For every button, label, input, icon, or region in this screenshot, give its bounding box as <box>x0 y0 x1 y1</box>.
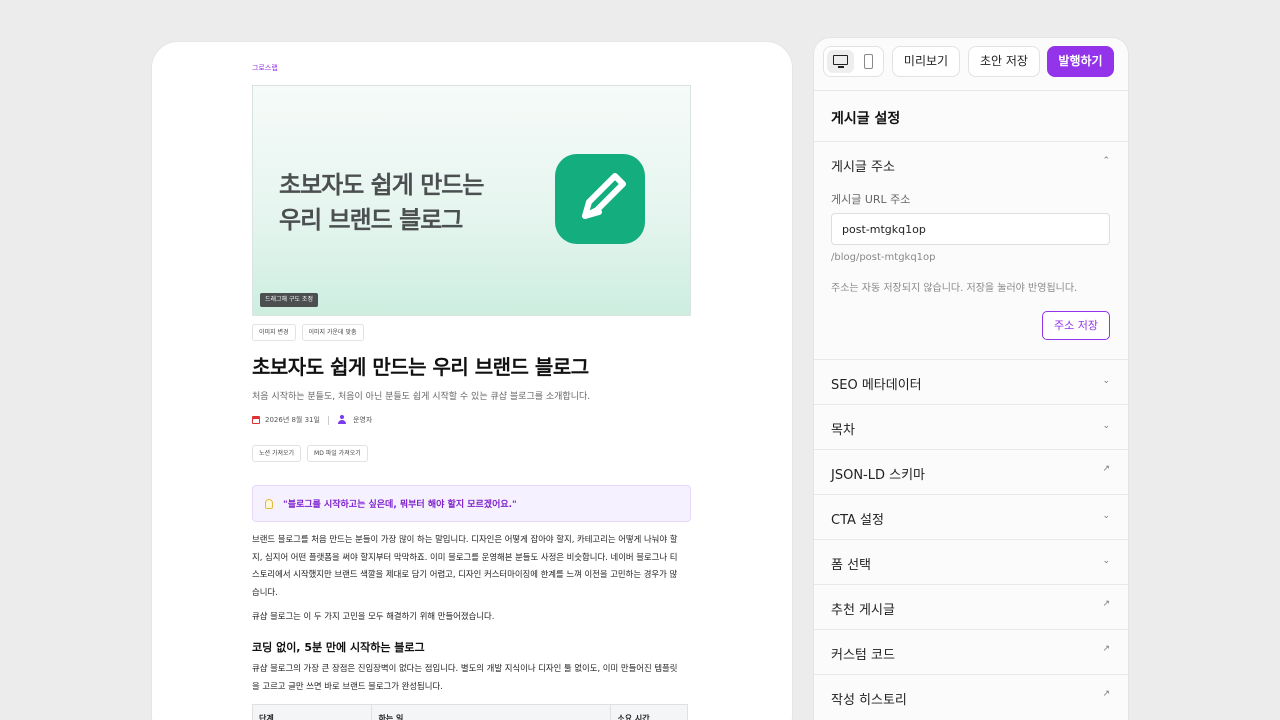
desktop-stand <box>838 66 844 68</box>
calendar-icon <box>252 416 260 424</box>
section-cta[interactable]: CTA 설정 <box>831 509 884 528</box>
divider <box>814 404 1128 405</box>
section-toc[interactable]: 목차 <box>831 419 855 438</box>
center-image-button[interactable]: 이미지 가운데 맞춤 <box>301 324 364 341</box>
cover-title-text: 초보자도 쉽게 만드는 우리 브랜드 블로그 <box>279 168 484 238</box>
lightbulb-icon <box>265 498 273 509</box>
divider <box>814 584 1128 585</box>
callout-block[interactable]: "블로그를 시작하고는 싶은데, 뭐부터 해야 할지 모르겠어요." <box>252 485 691 522</box>
import-actions: 노션 가져오기 MD 파일 가져오기 <box>252 445 368 462</box>
user-icon <box>337 415 347 425</box>
table-header-task: 하는 일 <box>372 705 612 720</box>
divider <box>814 539 1128 540</box>
url-path-preview: /blog/post-mtgkq1op <box>831 252 936 263</box>
section-form-select[interactable]: 폼 선택 <box>831 554 871 573</box>
post-author[interactable]: 운영자 <box>353 415 372 425</box>
post-meta: 2026년 8월 31일 운영자 <box>252 415 372 425</box>
editor-toolbar: 미리보기 초안 저장 발행하기 <box>814 38 1128 91</box>
arrow-up-right-icon[interactable]: ↗ <box>1102 644 1110 654</box>
callout-text: "블로그를 시작하고는 싶은데, 뭐부터 해야 할지 모르겠어요." <box>283 500 517 510</box>
section-json-ld[interactable]: JSON-LD 스키마 <box>831 464 925 483</box>
post-url-input[interactable] <box>831 213 1110 245</box>
settings-panel: 미리보기 초안 저장 발행하기 게시글 설정 게시글 주소 ⌃ 게시글 URL … <box>814 38 1128 720</box>
save-address-button[interactable]: 주소 저장 <box>1042 311 1110 340</box>
section-custom-code[interactable]: 커스텀 코드 <box>831 644 895 663</box>
import-md-button[interactable]: MD 파일 가져오기 <box>307 445 368 462</box>
publish-button[interactable]: 발행하기 <box>1047 46 1114 77</box>
post-title[interactable]: 초보자도 쉽게 만드는 우리 브랜드 블로그 <box>252 351 589 380</box>
cover-title-line-2: 우리 브랜드 블로그 <box>279 206 463 234</box>
table-header-row[interactable]: 단계 하는 일 소요 시간 <box>252 704 688 720</box>
body-paragraph-1[interactable]: 브랜드 블로그를 처음 만드는 분들이 가장 많이 하는 말입니다. 디자인은 … <box>252 531 682 601</box>
url-field-label: 게시글 URL 주소 <box>831 193 911 206</box>
body-paragraph-2[interactable]: 큐샵 블로그는 이 두 가지 고민을 모두 해결하기 위해 만들어졌습니다. <box>252 608 682 626</box>
divider <box>814 449 1128 450</box>
chevron-down-icon[interactable]: ⌄ <box>1102 376 1110 386</box>
mobile-view-button[interactable] <box>855 50 882 73</box>
change-image-button[interactable]: 이미지 변경 <box>252 324 296 341</box>
device-toggle <box>823 46 884 77</box>
section-seo-metadata[interactable]: SEO 메타데이터 <box>831 374 922 393</box>
post-category[interactable]: 그로스랩 <box>252 63 278 73</box>
body-paragraph-3[interactable]: 큐샵 블로그의 가장 큰 장점은 진입장벽이 없다는 점입니다. 별도의 개발 … <box>252 660 682 695</box>
image-actions: 이미지 변경 이미지 가운데 맞춤 <box>252 324 364 341</box>
chevron-down-icon[interactable]: ⌄ <box>1102 511 1110 521</box>
post-summary[interactable]: 처음 시작하는 분들도, 처음이 아닌 분들도 쉽게 시작할 수 있는 큐샵 블… <box>252 389 590 402</box>
cover-title-line-1: 초보자도 쉽게 만드는 <box>279 171 484 199</box>
meta-divider <box>327 415 329 425</box>
url-save-note: 주소는 자동 저장되지 않습니다. 저장을 눌러야 반영됩니다. <box>831 283 1078 294</box>
section-recommended-posts[interactable]: 추천 게시글 <box>831 599 895 618</box>
section-post-address[interactable]: 게시글 주소 <box>831 156 895 175</box>
chevron-up-icon[interactable]: ⌃ <box>1102 156 1110 166</box>
divider <box>814 494 1128 495</box>
table-header-duration: 소요 시간 <box>617 714 650 720</box>
mobile-icon <box>864 54 873 69</box>
section-edit-history[interactable]: 작성 히스토리 <box>831 689 907 708</box>
arrow-up-right-icon[interactable]: ↗ <box>1102 689 1110 699</box>
preview-button[interactable]: 미리보기 <box>892 46 960 77</box>
cover-drag-hint[interactable]: 드래그해 구도 조정 <box>260 293 318 307</box>
cover-image[interactable]: 초보자도 쉽게 만드는 우리 브랜드 블로그 드래그해 구도 조정 <box>252 85 691 316</box>
desktop-view-button[interactable] <box>827 50 854 73</box>
divider <box>814 674 1128 675</box>
section-heading[interactable]: 코딩 없이, 5분 만에 시작하는 블로그 <box>252 639 425 655</box>
divider <box>814 359 1128 360</box>
editor-canvas: 그로스랩 초보자도 쉽게 만드는 우리 브랜드 블로그 드래그해 구도 조정 이… <box>152 42 792 720</box>
post-date[interactable]: 2026년 8월 31일 <box>265 415 320 425</box>
chevron-down-icon[interactable]: ⌄ <box>1102 556 1110 566</box>
divider <box>814 141 1128 142</box>
import-notion-button[interactable]: 노션 가져오기 <box>252 445 302 462</box>
settings-title: 게시글 설정 <box>831 111 901 127</box>
save-draft-button[interactable]: 초안 저장 <box>968 46 1040 77</box>
chevron-down-icon[interactable]: ⌄ <box>1102 421 1110 431</box>
table-header-step: 단계 <box>253 705 373 720</box>
divider <box>814 629 1128 630</box>
arrow-up-right-icon[interactable]: ↗ <box>1102 599 1110 609</box>
pencil-square-icon <box>555 154 645 244</box>
desktop-icon <box>833 55 848 65</box>
arrow-up-right-icon[interactable]: ↗ <box>1102 464 1110 474</box>
